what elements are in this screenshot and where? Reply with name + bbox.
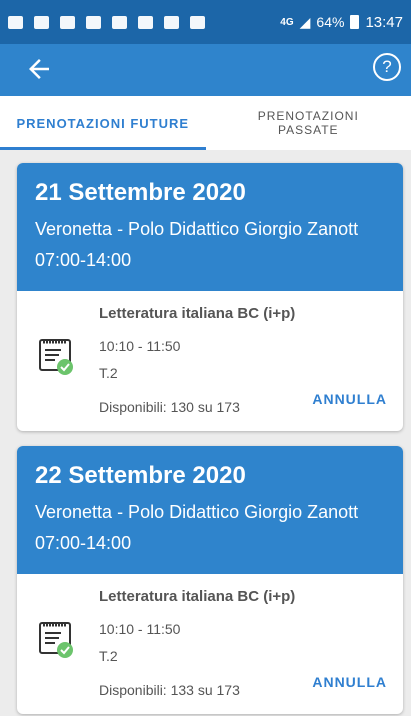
help-icon[interactable]: ? [373, 53, 401, 81]
notification-icon [60, 15, 75, 29]
cancel-button[interactable]: ANNULLA [312, 391, 387, 407]
booking-location: Veronetta - Polo Didattico Giorgio Zanot… [35, 502, 359, 522]
booking-hours: 07:00-14:00 [35, 533, 132, 553]
booking-card: 22 Settembre 2020 Veronetta - Polo Didat… [17, 446, 403, 714]
course-name: Letteratura italiana BC (i+p) [99, 588, 296, 605]
lesson-time: 10:10 - 11:50 [99, 338, 181, 354]
signal-icon: ◢ [299, 13, 311, 30]
cancel-button[interactable]: ANNULLA [312, 674, 387, 690]
availability: Disponibili: 133 su 173 [99, 682, 240, 698]
calendar-check-icon [39, 339, 73, 375]
booking-header: 21 Settembre 2020 Veronetta - Polo Didat… [17, 163, 403, 291]
battery-icon [350, 15, 360, 29]
booking-details: Letteratura italiana BC (i+p) 10:10 - 11… [17, 291, 403, 431]
room: T.2 [99, 648, 118, 664]
course-name: Letteratura italiana BC (i+p) [99, 305, 296, 322]
tab-future-bookings[interactable]: PRENOTAZIONI FUTURE [0, 96, 206, 150]
room: T.2 [99, 365, 118, 381]
calendar-check-icon [39, 622, 73, 658]
tab-bar: PRENOTAZIONI FUTURE PRENOTAZIONI PASSATE [0, 96, 411, 150]
battery-percent: 64% [316, 14, 345, 30]
tab-past-bookings[interactable]: PRENOTAZIONI PASSATE [206, 96, 411, 150]
booking-hours: 07:00-14:00 [35, 250, 132, 270]
status-bar: 4G ◢ 64% 13:47 [0, 0, 411, 44]
booking-details: Letteratura italiana BC (i+p) 10:10 - 11… [17, 574, 403, 714]
booking-card: 21 Settembre 2020 Veronetta - Polo Didat… [17, 163, 403, 431]
notification-icon [86, 15, 101, 29]
booking-date: 22 Settembre 2020 [35, 462, 246, 489]
notification-icon [112, 15, 127, 29]
network-type: 4G [280, 16, 294, 28]
notification-icon [190, 15, 205, 29]
booking-header: 22 Settembre 2020 Veronetta - Polo Didat… [17, 446, 403, 574]
notification-icons [8, 15, 205, 29]
availability: Disponibili: 130 su 173 [99, 399, 240, 415]
clock: 13:47 [365, 13, 403, 31]
notification-icon [8, 15, 23, 29]
notification-icon [164, 15, 179, 29]
back-arrow-icon[interactable] [24, 54, 54, 84]
notification-icon [34, 15, 49, 29]
notification-icon [138, 15, 153, 29]
tab-label: PRENOTAZIONI PASSATE [257, 109, 359, 137]
booking-date: 21 Settembre 2020 [35, 179, 246, 206]
booking-location: Veronetta - Polo Didattico Giorgio Zanot… [35, 219, 359, 239]
app-bar: ? [0, 44, 411, 96]
lesson-time: 10:10 - 11:50 [99, 621, 181, 637]
